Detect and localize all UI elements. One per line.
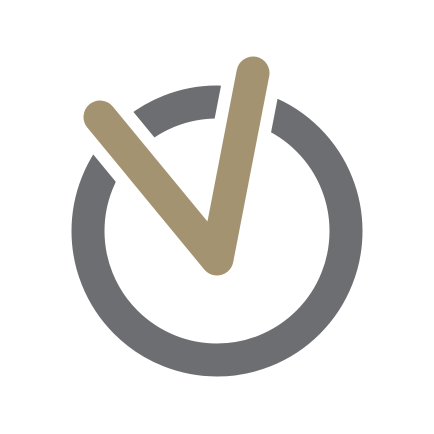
clock-check-icon [71,44,363,377]
logo-canvas [0,0,434,434]
